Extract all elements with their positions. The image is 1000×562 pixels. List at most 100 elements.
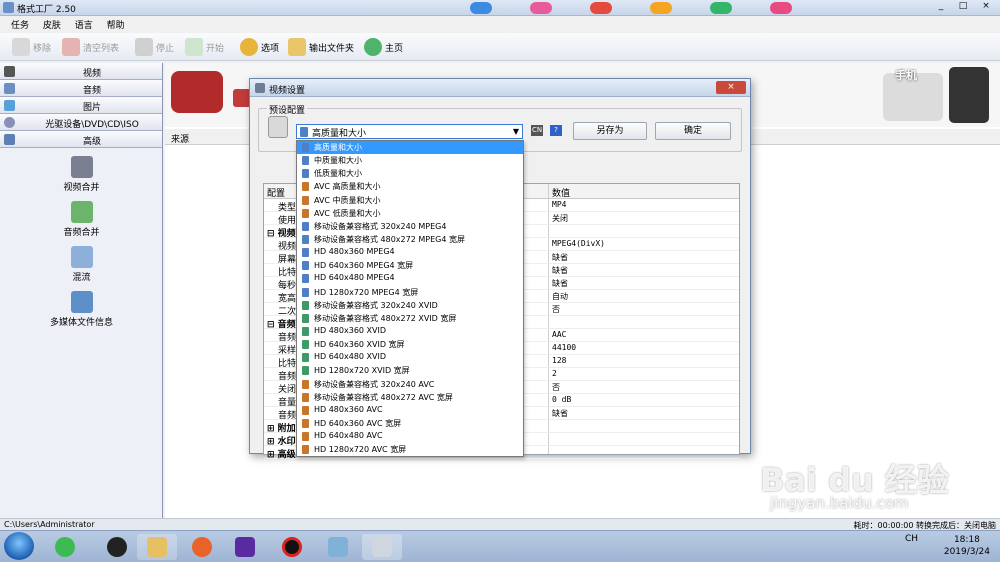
taskbar-app[interactable] <box>318 534 358 560</box>
preset-option[interactable]: HD 640x360 MPEG4 宽屏 <box>297 259 523 272</box>
clear-list-button[interactable]: 清空列表 <box>62 37 119 57</box>
category-advanced[interactable]: 高级 <box>0 131 162 148</box>
preset-select[interactable]: 高质量和大小 ▼ <box>296 124 523 139</box>
preset-option[interactable]: HD 640x360 AVC 宽屏 <box>297 417 523 430</box>
start-button[interactable]: 开始 <box>185 37 224 57</box>
window-title: 格式工厂 2.50 <box>17 5 76 15</box>
grid-row-value: 缺省 <box>552 279 568 288</box>
maximize-button[interactable]: □ <box>952 0 974 13</box>
tool-media-info[interactable]: 多媒体文件信息 <box>0 291 163 328</box>
preset-option-label: 移动设备兼容格式 480x272 XVID 宽屏 <box>314 313 457 323</box>
options-button[interactable]: 选项 <box>240 37 279 57</box>
taskbar-recorder[interactable] <box>272 534 312 560</box>
tool-video-merge[interactable]: 视频合并 <box>0 156 163 193</box>
file-icon <box>302 379 309 389</box>
preset-option[interactable]: 高质量和大小 <box>297 141 523 155</box>
file-icon <box>302 248 309 258</box>
preset-option-label: HD 480x360 MPEG4 <box>314 247 395 257</box>
preset-option[interactable]: HD 1280x720 AVC 宽屏 <box>297 443 523 456</box>
output-folder-button[interactable]: 输出文件夹 <box>288 37 354 57</box>
language-indicator[interactable]: CH <box>905 534 918 544</box>
file-icon <box>302 300 309 310</box>
preset-option[interactable]: 移动设备兼容格式 320x240 XVID <box>297 299 523 312</box>
preset-option-label: HD 640x480 AVC <box>314 431 383 441</box>
file-icon <box>302 208 309 218</box>
remove-button[interactable]: 移除 <box>12 37 51 57</box>
help-icon[interactable]: ? <box>550 125 562 136</box>
taskbar-format-factory[interactable] <box>362 534 402 560</box>
preset-option[interactable]: AVC 高质量和大小 <box>297 180 523 193</box>
taskbar-media[interactable] <box>225 534 265 560</box>
preset-option[interactable]: HD 1280x720 MPEG4 宽屏 <box>297 286 523 299</box>
grid-row-value: 自动 <box>552 292 568 301</box>
preset-option[interactable]: 移动设备兼容格式 480x272 AVC 宽屏 <box>297 391 523 404</box>
minimize-button[interactable]: _ <box>930 0 952 13</box>
file-icon <box>302 326 309 336</box>
menu-help[interactable]: 帮助 <box>96 16 125 31</box>
preset-option-label: HD 640x480 XVID <box>314 352 387 362</box>
clock[interactable]: 18:18 2019/3/24 <box>944 534 990 558</box>
category-disc[interactable]: 光驱设备\DVD\CD\ISO <box>0 114 162 131</box>
preset-option-label: AVC 低质量和大小 <box>314 208 381 218</box>
preset-option[interactable]: HD 480x360 AVC <box>297 404 523 417</box>
tool-mux[interactable]: 混流 <box>0 246 163 283</box>
taskbar-qq[interactable] <box>97 534 137 560</box>
preset-option[interactable]: HD 1280x720 XVID 宽屏 <box>297 364 523 377</box>
file-icon <box>302 221 309 231</box>
browser-icon <box>55 537 75 557</box>
save-as-button[interactable]: 另存为 <box>573 122 647 140</box>
qq-icon <box>107 537 127 557</box>
preset-option-label: HD 640x480 MPEG4 <box>314 273 395 283</box>
preset-option[interactable]: HD 640x360 XVID 宽屏 <box>297 338 523 351</box>
category-video[interactable]: 视频 <box>0 63 162 80</box>
taskbar-previews <box>470 2 792 14</box>
preset-option[interactable]: 移动设备兼容格式 320x240 AVC <box>297 378 523 391</box>
clear-list-label: 清空列表 <box>83 43 120 54</box>
tool-audio-merge[interactable]: 音频合并 <box>0 201 163 238</box>
tool-label: 音频合并 <box>63 228 100 238</box>
category-audio[interactable]: 音频 <box>0 80 162 97</box>
taskbar-360[interactable] <box>45 534 85 560</box>
preset-option[interactable]: HD 640x480 XVID <box>297 351 523 364</box>
globe-icon <box>364 38 382 56</box>
home-button[interactable]: 主页 <box>364 37 403 57</box>
clock-date: 2019/3/24 <box>943 547 990 557</box>
start-button[interactable] <box>4 532 34 560</box>
tool-label: 视频合并 <box>63 183 100 193</box>
audio-merge-icon <box>70 201 93 223</box>
preset-option[interactable]: 中质量和大小 <box>297 154 523 167</box>
preset-option[interactable]: 移动设备兼容格式 480x272 MPEG4 宽屏 <box>297 233 523 246</box>
menu-language[interactable]: 语言 <box>64 16 93 31</box>
grid-row-value: AAC <box>552 330 567 339</box>
preset-option[interactable]: AVC 低质量和大小 <box>297 207 523 220</box>
cn-icon[interactable]: CN <box>531 125 543 136</box>
output-folder-label: 输出文件夹 <box>309 43 355 54</box>
taskbar-explorer[interactable] <box>137 534 177 560</box>
preset-option[interactable]: 移动设备兼容格式 320x240 MPEG4 <box>297 220 523 233</box>
category-image[interactable]: 图片 <box>0 97 162 114</box>
grid-row-value: 关闭 <box>552 214 568 223</box>
preset-option[interactable]: HD 480x360 MPEG4 <box>297 246 523 259</box>
dialog-close-button[interactable]: × <box>716 81 746 94</box>
app-icon <box>3 2 14 13</box>
grid-row-key: ⊞ 高级 <box>267 450 296 460</box>
preset-group-label: 预设配置 <box>267 103 308 116</box>
preset-dropdown-list: 高质量和大小 中质量和大小 低质量和大小 AVC 高质量和大小 AVC 中质量和大小 AV… <box>296 140 524 457</box>
preset-option[interactable]: AVC 中质量和大小 <box>297 194 523 207</box>
menu-task[interactable]: 任务 <box>0 16 29 31</box>
preset-option[interactable]: HD 480x360 XVID <box>297 325 523 338</box>
preset-option[interactable]: HD 640x480 AVC <box>297 430 523 443</box>
preset-option[interactable]: 移动设备兼容格式 480x272 XVID 宽屏 <box>297 312 523 325</box>
ok-button[interactable]: 确定 <box>655 122 731 140</box>
phone-label: 手机 <box>895 69 917 82</box>
taskbar-firefox[interactable] <box>182 534 222 560</box>
preset-option[interactable]: HD 640x480 MPEG4 <box>297 272 523 285</box>
close-button[interactable]: × <box>975 0 997 13</box>
toolbar: 移除 清空列表 停止 开始 选项 输出文件夹 主页 <box>0 33 1000 61</box>
menu-skin[interactable]: 皮肤 <box>32 16 61 31</box>
file-icon <box>302 366 309 376</box>
file-icon <box>302 287 309 297</box>
preset-option[interactable]: 低质量和大小 <box>297 167 523 180</box>
file-icon <box>302 313 309 323</box>
stop-button[interactable]: 停止 <box>135 37 174 57</box>
